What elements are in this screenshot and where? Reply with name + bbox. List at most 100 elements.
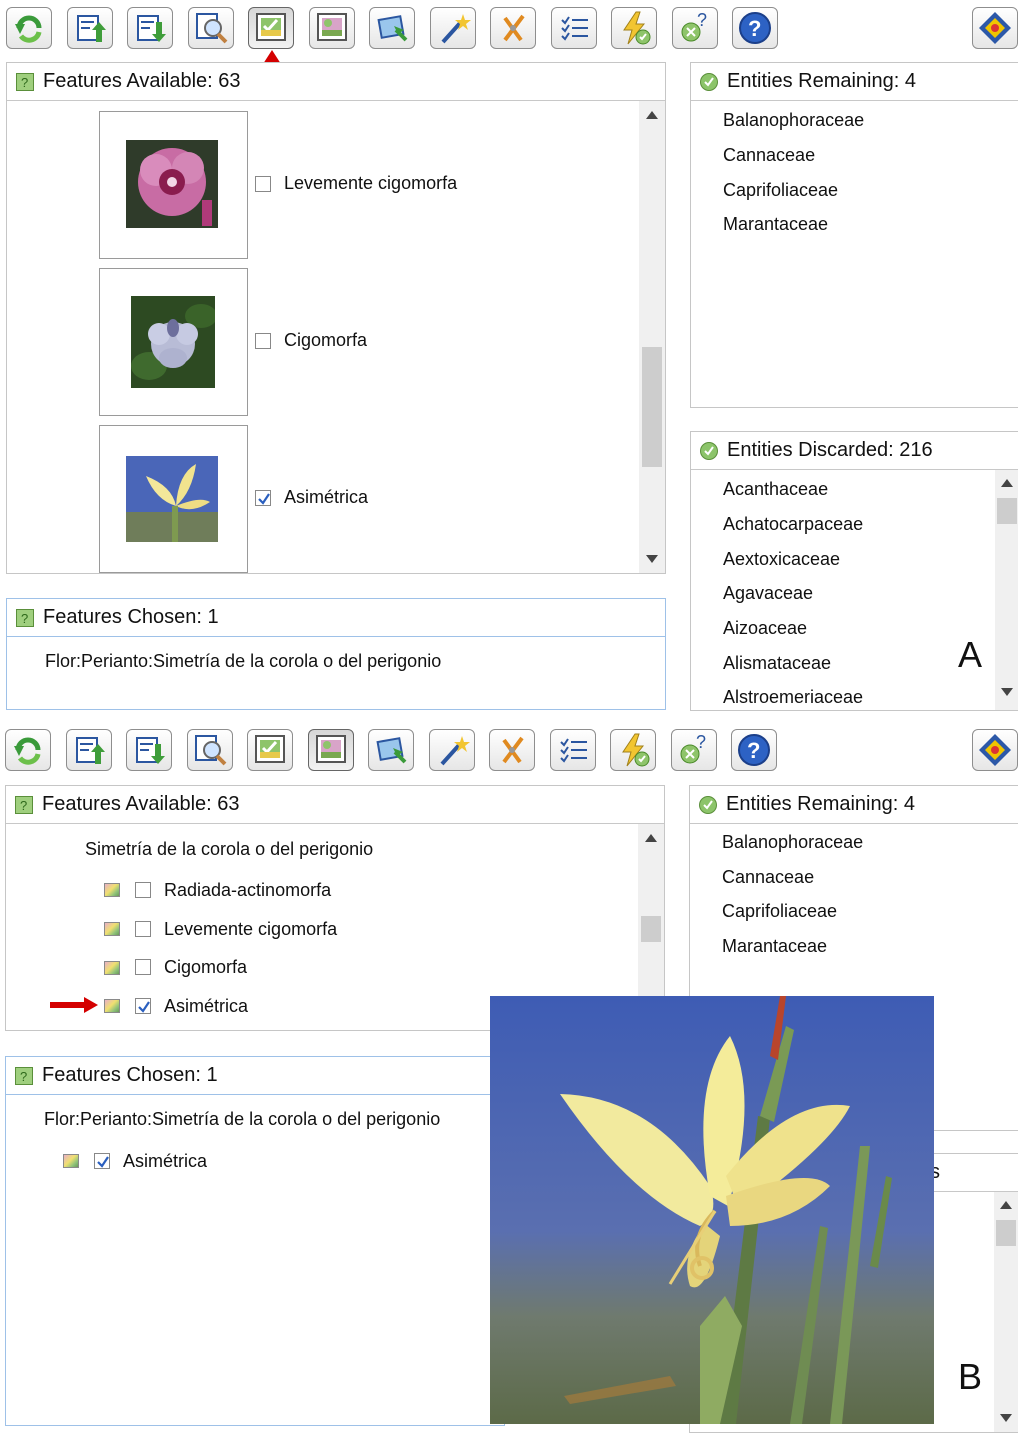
scrollbar-thumb[interactable] bbox=[997, 498, 1017, 524]
feature-image-levemente-cigomorfa[interactable] bbox=[99, 111, 248, 259]
scroll-up-icon[interactable] bbox=[645, 834, 657, 842]
checklist-button[interactable] bbox=[550, 7, 597, 49]
features-chosen-panel: ? Features Chosen: 1 Flor:Perianto:Simet… bbox=[6, 598, 666, 710]
checkbox-asimetrica[interactable] bbox=[255, 490, 271, 506]
search-button[interactable] bbox=[187, 7, 234, 49]
scroll-up-icon[interactable] bbox=[1001, 479, 1013, 487]
chosen-feature-path[interactable]: Flor:Perianto:Simetría de la corola o de… bbox=[45, 651, 441, 672]
feature-label: Asimétrica bbox=[284, 487, 369, 507]
checklist-button[interactable] bbox=[549, 729, 596, 771]
checkbox-chosen-asimetrica[interactable] bbox=[94, 1153, 110, 1169]
scroll-down-icon[interactable] bbox=[1000, 1414, 1012, 1422]
entity-item[interactable]: Balanophoraceae bbox=[722, 832, 863, 853]
download-features-button[interactable] bbox=[127, 7, 173, 49]
select-entity-button[interactable] bbox=[369, 7, 415, 49]
image-view-alt-button[interactable] bbox=[307, 729, 354, 771]
help-button[interactable]: ? bbox=[732, 7, 778, 49]
features-available-panel: ? Features Available: 63 Levemente cigom… bbox=[6, 62, 666, 574]
remove-help-button[interactable]: ? bbox=[670, 729, 717, 771]
upload-features-button[interactable] bbox=[65, 729, 112, 771]
restart-button[interactable] bbox=[6, 7, 52, 49]
checkbox-levemente-cigomorfa[interactable] bbox=[135, 921, 151, 937]
image-view-alt-button[interactable] bbox=[308, 7, 355, 49]
entities-remaining-header: Entities Remaining: 4 bbox=[690, 786, 1018, 824]
download-features-button[interactable] bbox=[126, 729, 172, 771]
checkbox-radiada-actinomorfa[interactable] bbox=[135, 882, 151, 898]
scroll-down-icon[interactable] bbox=[1001, 688, 1013, 696]
entity-item[interactable]: Caprifoliaceae bbox=[723, 180, 838, 201]
feature-image-asimetrica[interactable] bbox=[99, 425, 248, 573]
image-preview-icon[interactable] bbox=[104, 999, 120, 1013]
entity-item[interactable]: Agavaceae bbox=[723, 583, 813, 604]
lightning-check-button[interactable] bbox=[610, 729, 656, 771]
upload-features-button[interactable] bbox=[66, 7, 113, 49]
entity-item[interactable]: Balanophoraceae bbox=[723, 110, 864, 131]
image-view-icon bbox=[256, 13, 286, 41]
restart-icon bbox=[15, 15, 42, 43]
entity-item[interactable]: Aizoaceae bbox=[723, 618, 807, 639]
entity-item[interactable]: Marantaceae bbox=[722, 936, 827, 957]
red-arrow-right-icon bbox=[50, 997, 98, 1013]
chosen-feature-path[interactable]: Flor:Perianto:Simetría de la corola o de… bbox=[44, 1109, 440, 1130]
checkbox-asimetrica[interactable] bbox=[135, 998, 151, 1014]
image-preview-icon[interactable] bbox=[104, 883, 120, 897]
search-button[interactable] bbox=[186, 729, 233, 771]
entity-item[interactable]: Alismataceae bbox=[723, 653, 831, 674]
checkbox-cigomorfa[interactable] bbox=[135, 959, 151, 975]
entity-item[interactable]: Acanthaceae bbox=[723, 479, 828, 500]
scrollbar-thumb[interactable] bbox=[996, 1220, 1016, 1246]
entities-remaining-panel: Entities Remaining: 4 Balanophoraceae Ca… bbox=[690, 62, 1018, 408]
logo-button[interactable] bbox=[972, 729, 1018, 771]
features-available-title: Features Available: 63 bbox=[43, 70, 241, 92]
check-circle-icon bbox=[700, 441, 718, 460]
checkbox-levemente-cigomorfa[interactable] bbox=[255, 176, 271, 192]
svg-text:?: ? bbox=[20, 798, 27, 813]
image-preview-icon[interactable] bbox=[104, 922, 120, 936]
scrollbar-thumb[interactable] bbox=[641, 916, 661, 942]
image-view-button[interactable] bbox=[248, 7, 294, 49]
check-circle-icon bbox=[700, 72, 718, 91]
remove-help-button[interactable]: ? bbox=[671, 7, 718, 49]
scroll-up-icon[interactable] bbox=[1000, 1201, 1012, 1209]
image-preview-icon[interactable] bbox=[104, 961, 120, 975]
entity-item[interactable]: Cannaceae bbox=[722, 867, 814, 888]
entity-item[interactable]: Marantaceae bbox=[723, 214, 828, 235]
scissors-button[interactable] bbox=[489, 729, 535, 771]
magic-wand-button[interactable] bbox=[428, 729, 475, 771]
checklist-icon bbox=[559, 738, 587, 763]
entities-remaining-header: Entities Remaining: 4 bbox=[691, 63, 1018, 101]
entities-discarded-header: Entities Discarded: 216 bbox=[691, 432, 1018, 470]
scrollbar[interactable] bbox=[994, 1192, 1018, 1432]
lightning-check-button[interactable] bbox=[611, 7, 657, 49]
scroll-down-icon[interactable] bbox=[646, 555, 658, 563]
feature-image-cigomorfa[interactable] bbox=[99, 268, 248, 416]
question-icon: ? bbox=[16, 608, 34, 627]
flower-image-popup[interactable] bbox=[490, 996, 934, 1424]
entity-item[interactable]: Achatocarpaceae bbox=[723, 514, 863, 535]
scissors-button[interactable] bbox=[490, 7, 536, 49]
scissors-icon bbox=[503, 14, 525, 42]
entities-discarded-title: Entities Discarded: 216 bbox=[727, 439, 933, 461]
svg-text:?: ? bbox=[20, 1069, 27, 1084]
scrollbar[interactable] bbox=[995, 470, 1018, 710]
features-available-title: Features Available: 63 bbox=[42, 793, 240, 815]
check-circle-icon bbox=[699, 795, 717, 814]
select-entity-button[interactable] bbox=[368, 729, 414, 771]
scrollbar[interactable] bbox=[639, 101, 665, 573]
entity-item[interactable]: Alstroemeriaceae bbox=[723, 687, 863, 708]
svg-text:?: ? bbox=[697, 10, 707, 30]
scroll-up-icon[interactable] bbox=[646, 111, 658, 119]
feature-group-label: Simetría de la corola o del perigonio bbox=[85, 839, 374, 859]
magic-wand-button[interactable] bbox=[429, 7, 476, 49]
scrollbar-thumb[interactable] bbox=[642, 347, 662, 467]
image-preview-icon[interactable] bbox=[63, 1154, 79, 1168]
logo-button[interactable] bbox=[972, 7, 1018, 49]
entity-item[interactable]: Cannaceae bbox=[723, 145, 815, 166]
entities-remaining-title: Entities Remaining: 4 bbox=[726, 793, 915, 815]
help-button[interactable]: ? bbox=[731, 729, 777, 771]
checkbox-cigomorfa[interactable] bbox=[255, 333, 271, 349]
image-view-button[interactable] bbox=[247, 729, 293, 771]
entity-item[interactable]: Caprifoliaceae bbox=[722, 901, 837, 922]
entity-item[interactable]: Aextoxicaceae bbox=[723, 549, 840, 570]
restart-button[interactable] bbox=[5, 729, 51, 771]
